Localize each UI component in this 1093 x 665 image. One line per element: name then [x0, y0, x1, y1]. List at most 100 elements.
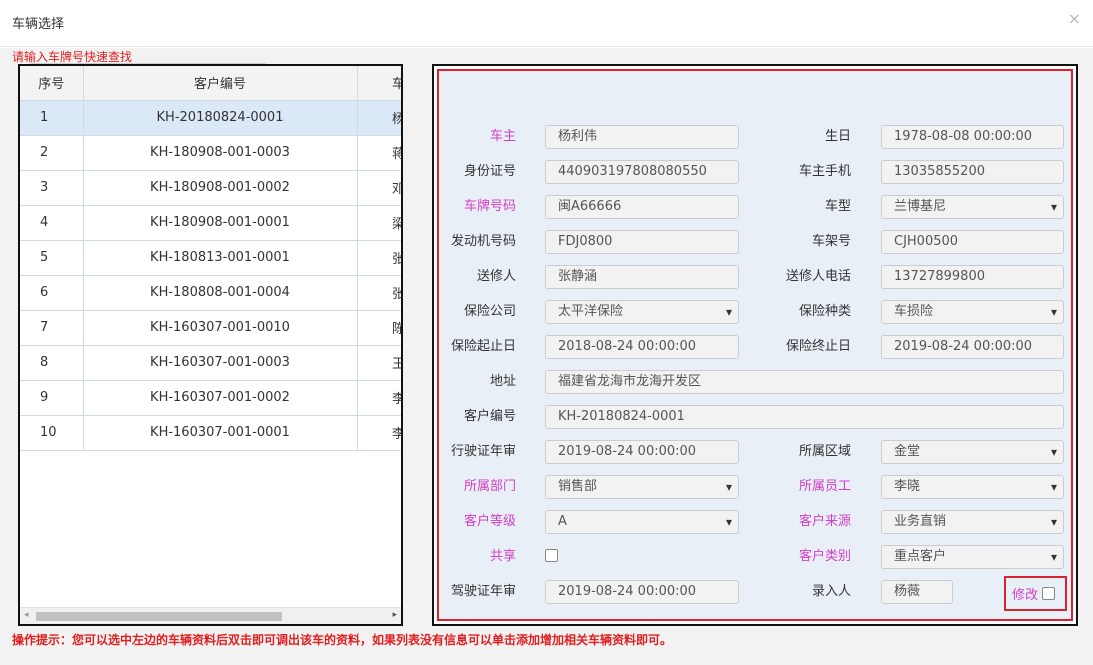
scroll-left-icon[interactable]: ◂ [24, 610, 29, 620]
region-select[interactable]: 金堂 [881, 440, 1064, 464]
table-row[interactable]: 8KH-160307-001-0003王 [20, 345, 401, 381]
row-customer-no: KH-160307-001-0001 [83, 415, 358, 451]
birthday-field[interactable]: 1978-08-08 00:00:00 [881, 125, 1064, 149]
column-header-index[interactable]: 序号 [20, 66, 84, 101]
level-select[interactable]: A [545, 510, 739, 534]
scroll-right-icon[interactable]: ▸ [392, 610, 397, 620]
entered-by-label: 录入人 [811, 584, 851, 599]
engine-no-field[interactable]: FDJ0800 [545, 230, 739, 254]
column-header-customer-no[interactable]: 客户编号 [83, 66, 358, 101]
owner-field[interactable]: 杨利伟 [545, 125, 739, 149]
row-customer-no: KH-180908-001-0001 [83, 205, 358, 241]
customer-no-label: 客户编号 [463, 409, 516, 424]
row-owner: 张 [357, 240, 401, 276]
row-customer-no: KH-160307-001-0002 [83, 380, 358, 416]
scrollbar-thumb[interactable] [36, 612, 282, 621]
address-label: 地址 [489, 374, 516, 389]
owner-label: 车主 [489, 129, 516, 144]
modify-toggle[interactable]: 修改 [1004, 576, 1067, 611]
operation-hint: 操作提示：您可以选中左边的车辆资料后双击即可调出该车的资料，如果列表没有信息可以… [12, 633, 673, 647]
modify-checkbox[interactable] [1042, 587, 1055, 600]
source-label: 客户来源 [798, 514, 851, 529]
car-model-select[interactable]: 兰博基尼 [881, 195, 1064, 219]
row-customer-no: KH-180808-001-0004 [83, 275, 358, 311]
table-header-row: 序号 客户编号 车 [20, 66, 401, 101]
row-owner: 陈 [357, 310, 401, 346]
frame-no-label: 车架号 [811, 234, 851, 249]
address-field[interactable]: 福建省龙海市龙海开发区 [545, 370, 1064, 394]
ins-end-field[interactable]: 2019-08-24 00:00:00 [881, 335, 1064, 359]
plate-field[interactable]: 闽A66666 [545, 195, 739, 219]
share-checkbox[interactable] [545, 549, 558, 562]
insurance-type-select[interactable]: 车损险 [881, 300, 1064, 324]
row-index: 10 [20, 415, 84, 451]
column-header-owner[interactable]: 车 [357, 66, 401, 101]
table-row[interactable]: 7KH-160307-001-0010陈 [20, 310, 401, 346]
owner-phone-field[interactable]: 13035855200 [881, 160, 1064, 184]
engine-no-label: 发动机号码 [450, 234, 516, 249]
row-index: 5 [20, 240, 84, 276]
row-index: 4 [20, 205, 84, 241]
table-row[interactable]: 9KH-160307-001-0002李 [20, 380, 401, 416]
row-customer-no: KH-160307-001-0003 [83, 345, 358, 381]
license-review-field[interactable]: 2019-08-24 00:00:00 [545, 440, 739, 464]
entered-by-field[interactable]: 杨薇 [881, 580, 953, 604]
id-number-field[interactable]: 440903197808080550 [545, 160, 739, 184]
driver-review-field[interactable]: 2019-08-24 00:00:00 [545, 580, 739, 604]
department-label: 所属部门 [463, 479, 516, 494]
plate-label: 车牌号码 [463, 199, 516, 214]
insurer-label: 保险公司 [463, 304, 516, 319]
level-label: 客户等级 [463, 514, 516, 529]
frame-no-field[interactable]: CJH00500 [881, 230, 1064, 254]
row-index: 9 [20, 380, 84, 416]
birthday-label: 生日 [824, 129, 851, 144]
table-row[interactable]: 5KH-180813-001-0001张 [20, 240, 401, 276]
ins-start-label: 保险起止日 [450, 339, 516, 354]
dialog-titlebar: 车辆选择 × [0, 0, 1093, 47]
insurer-select[interactable]: 太平洋保险 [545, 300, 739, 324]
table-row[interactable]: 3KH-180908-001-0002邓 [20, 170, 401, 206]
row-customer-no: KH-20180824-0001 [83, 100, 358, 136]
modify-label: 修改 [1012, 588, 1039, 603]
share-label: 共享 [489, 549, 516, 564]
source-select[interactable]: 业务直销 [881, 510, 1064, 534]
row-owner: 邓 [357, 170, 401, 206]
row-index: 2 [20, 135, 84, 171]
row-owner: 蒋 [357, 135, 401, 171]
row-index: 7 [20, 310, 84, 346]
department-select[interactable]: 销售部 [545, 475, 739, 499]
car-model-label: 车型 [824, 199, 851, 214]
row-index: 3 [20, 170, 84, 206]
ins-end-label: 保险终止日 [785, 339, 851, 354]
sender-label: 送修人 [476, 269, 516, 284]
category-label: 客户类别 [798, 549, 851, 564]
customer-no-field[interactable]: KH-20180824-0001 [545, 405, 1064, 429]
region-label: 所属区域 [798, 444, 851, 459]
row-customer-no: KH-160307-001-0010 [83, 310, 358, 346]
category-select[interactable]: 重点客户 [881, 545, 1064, 569]
owner-phone-label: 车主手机 [798, 164, 851, 179]
row-customer-no: KH-180813-001-0001 [83, 240, 358, 276]
insurance-type-label: 保险种类 [798, 304, 851, 319]
sender-phone-field[interactable]: 13727899800 [881, 265, 1064, 289]
row-customer-no: KH-180908-001-0003 [83, 135, 358, 171]
license-review-label: 行驶证年审 [450, 444, 516, 459]
vehicle-table: 序号 客户编号 车 1KH-20180824-0001杨 2KH-180908-… [20, 66, 401, 451]
row-customer-no: KH-180908-001-0002 [83, 170, 358, 206]
horizontal-scrollbar[interactable]: ◂ ▸ [20, 607, 401, 624]
close-icon[interactable]: × [1068, 11, 1081, 27]
row-owner: 李 [357, 380, 401, 416]
sender-phone-label: 送修人电话 [785, 269, 851, 284]
employee-select[interactable]: 李晓 [881, 475, 1064, 499]
vehicle-grid: 序号 客户编号 车 1KH-20180824-0001杨 2KH-180908-… [18, 64, 403, 626]
sender-field[interactable]: 张静涵 [545, 265, 739, 289]
employee-label: 所属员工 [798, 479, 851, 494]
table-row[interactable]: 4KH-180908-001-0001梁 [20, 205, 401, 241]
table-row[interactable]: 1KH-20180824-0001杨 [20, 100, 401, 136]
row-owner: 张 [357, 275, 401, 311]
ins-start-field[interactable]: 2018-08-24 00:00:00 [545, 335, 739, 359]
table-row[interactable]: 10KH-160307-001-0001李 [20, 415, 401, 451]
table-row[interactable]: 6KH-180808-001-0004张 [20, 275, 401, 311]
table-row[interactable]: 2KH-180908-001-0003蒋 [20, 135, 401, 171]
row-owner: 王 [357, 345, 401, 381]
